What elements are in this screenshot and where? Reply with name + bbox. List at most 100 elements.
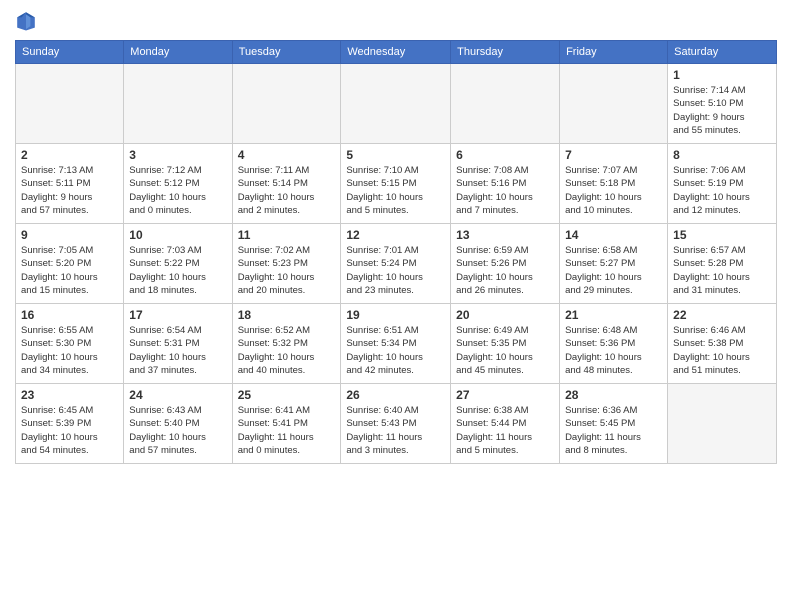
day-info: Sunrise: 6:54 AMSunset: 5:31 PMDaylight:… <box>129 324 226 377</box>
calendar-cell: 16 Sunrise: 6:55 AMSunset: 5:30 PMDayligh… <box>16 304 124 384</box>
day-number: 1 <box>673 68 771 82</box>
calendar-cell: 28 Sunrise: 6:36 AMSunset: 5:45 PMDayligh… <box>560 384 668 464</box>
day-info: Sunrise: 6:38 AMSunset: 5:44 PMDaylight:… <box>456 404 554 457</box>
calendar-week-1: 1 Sunrise: 7:14 AMSunset: 5:10 PMDaylight… <box>16 64 777 144</box>
calendar-cell <box>124 64 232 144</box>
day-number: 27 <box>456 388 554 402</box>
day-number: 2 <box>21 148 118 162</box>
calendar-cell: 22 Sunrise: 6:46 AMSunset: 5:38 PMDayligh… <box>668 304 777 384</box>
day-info: Sunrise: 6:43 AMSunset: 5:40 PMDaylight:… <box>129 404 226 457</box>
calendar-cell: 3 Sunrise: 7:12 AMSunset: 5:12 PMDaylight… <box>124 144 232 224</box>
day-info: Sunrise: 7:12 AMSunset: 5:12 PMDaylight:… <box>129 164 226 217</box>
page-header <box>15 10 777 32</box>
calendar-cell: 11 Sunrise: 7:02 AMSunset: 5:23 PMDayligh… <box>232 224 341 304</box>
day-number: 7 <box>565 148 662 162</box>
logo-icon <box>15 10 37 32</box>
day-info: Sunrise: 6:58 AMSunset: 5:27 PMDaylight:… <box>565 244 662 297</box>
calendar-header-wednesday: Wednesday <box>341 41 451 64</box>
day-number: 22 <box>673 308 771 322</box>
calendar-cell <box>341 64 451 144</box>
day-info: Sunrise: 7:08 AMSunset: 5:16 PMDaylight:… <box>456 164 554 217</box>
calendar-cell: 27 Sunrise: 6:38 AMSunset: 5:44 PMDayligh… <box>451 384 560 464</box>
calendar-cell: 20 Sunrise: 6:49 AMSunset: 5:35 PMDayligh… <box>451 304 560 384</box>
calendar-cell: 21Sunrise: 6:48 AMSunset: 5:36 PMDayligh… <box>560 304 668 384</box>
day-info: Sunrise: 6:51 AMSunset: 5:34 PMDaylight:… <box>346 324 445 377</box>
day-number: 24 <box>129 388 226 402</box>
day-info: Sunrise: 6:52 AMSunset: 5:32 PMDaylight:… <box>238 324 336 377</box>
calendar-header-sunday: Sunday <box>16 41 124 64</box>
calendar-cell: 15 Sunrise: 6:57 AMSunset: 5:28 PMDayligh… <box>668 224 777 304</box>
day-info: Sunrise: 7:11 AMSunset: 5:14 PMDaylight:… <box>238 164 336 217</box>
day-number: 8 <box>673 148 771 162</box>
calendar-cell: 8 Sunrise: 7:06 AMSunset: 5:19 PMDaylight… <box>668 144 777 224</box>
calendar-cell: 9 Sunrise: 7:05 AMSunset: 5:20 PMDaylight… <box>16 224 124 304</box>
day-info: Sunrise: 6:36 AMSunset: 5:45 PMDaylight:… <box>565 404 662 457</box>
day-number: 15 <box>673 228 771 242</box>
calendar-week-5: 23 Sunrise: 6:45 AMSunset: 5:39 PMDayligh… <box>16 384 777 464</box>
day-info: Sunrise: 7:13 AMSunset: 5:11 PMDaylight:… <box>21 164 118 217</box>
calendar-cell: 24 Sunrise: 6:43 AMSunset: 5:40 PMDayligh… <box>124 384 232 464</box>
calendar-cell: 26 Sunrise: 6:40 AMSunset: 5:43 PMDayligh… <box>341 384 451 464</box>
day-info: Sunrise: 7:05 AMSunset: 5:20 PMDaylight:… <box>21 244 118 297</box>
calendar-cell: 17 Sunrise: 6:54 AMSunset: 5:31 PMDayligh… <box>124 304 232 384</box>
day-number: 20 <box>456 308 554 322</box>
calendar-table: SundayMondayTuesdayWednesdayThursdayFrid… <box>15 40 777 464</box>
day-number: 3 <box>129 148 226 162</box>
calendar-cell: 7 Sunrise: 7:07 AMSunset: 5:18 PMDaylight… <box>560 144 668 224</box>
day-number: 16 <box>21 308 118 322</box>
day-number: 28 <box>565 388 662 402</box>
calendar-header-friday: Friday <box>560 41 668 64</box>
day-number: 23 <box>21 388 118 402</box>
day-number: 14 <box>565 228 662 242</box>
day-info: Sunrise: 6:45 AMSunset: 5:39 PMDaylight:… <box>21 404 118 457</box>
calendar-cell <box>560 64 668 144</box>
day-info: Sunrise: 6:41 AMSunset: 5:41 PMDaylight:… <box>238 404 336 457</box>
logo <box>15 10 41 32</box>
day-info: Sunrise: 7:14 AMSunset: 5:10 PMDaylight:… <box>673 84 771 137</box>
calendar-week-4: 16 Sunrise: 6:55 AMSunset: 5:30 PMDayligh… <box>16 304 777 384</box>
day-info: Sunrise: 6:59 AMSunset: 5:26 PMDaylight:… <box>456 244 554 297</box>
day-info: Sunrise: 6:57 AMSunset: 5:28 PMDaylight:… <box>673 244 771 297</box>
calendar-header-thursday: Thursday <box>451 41 560 64</box>
day-number: 18 <box>238 308 336 322</box>
calendar-cell: 1 Sunrise: 7:14 AMSunset: 5:10 PMDaylight… <box>668 64 777 144</box>
page-container: SundayMondayTuesdayWednesdayThursdayFrid… <box>0 0 792 474</box>
calendar-cell: 23 Sunrise: 6:45 AMSunset: 5:39 PMDayligh… <box>16 384 124 464</box>
calendar-week-3: 9 Sunrise: 7:05 AMSunset: 5:20 PMDaylight… <box>16 224 777 304</box>
calendar-cell: 25 Sunrise: 6:41 AMSunset: 5:41 PMDayligh… <box>232 384 341 464</box>
day-number: 4 <box>238 148 336 162</box>
day-number: 25 <box>238 388 336 402</box>
calendar-cell <box>16 64 124 144</box>
calendar-cell: 10Sunrise: 7:03 AMSunset: 5:22 PMDayligh… <box>124 224 232 304</box>
calendar-header-monday: Monday <box>124 41 232 64</box>
day-number: 9 <box>21 228 118 242</box>
calendar-cell: 19 Sunrise: 6:51 AMSunset: 5:34 PMDayligh… <box>341 304 451 384</box>
calendar-cell: 14 Sunrise: 6:58 AMSunset: 5:27 PMDayligh… <box>560 224 668 304</box>
calendar-week-2: 2 Sunrise: 7:13 AMSunset: 5:11 PMDaylight… <box>16 144 777 224</box>
day-info: Sunrise: 6:49 AMSunset: 5:35 PMDaylight:… <box>456 324 554 377</box>
calendar-cell: 5 Sunrise: 7:10 AMSunset: 5:15 PMDaylight… <box>341 144 451 224</box>
calendar-header-tuesday: Tuesday <box>232 41 341 64</box>
calendar-header-row: SundayMondayTuesdayWednesdayThursdayFrid… <box>16 41 777 64</box>
day-info: Sunrise: 7:01 AMSunset: 5:24 PMDaylight:… <box>346 244 445 297</box>
day-number: 19 <box>346 308 445 322</box>
calendar-cell <box>451 64 560 144</box>
day-info: Sunrise: 6:40 AMSunset: 5:43 PMDaylight:… <box>346 404 445 457</box>
day-info: Sunrise: 7:07 AMSunset: 5:18 PMDaylight:… <box>565 164 662 217</box>
day-info: Sunrise: 6:55 AMSunset: 5:30 PMDaylight:… <box>21 324 118 377</box>
calendar-cell: 6Sunrise: 7:08 AMSunset: 5:16 PMDaylight… <box>451 144 560 224</box>
day-info: Sunrise: 6:46 AMSunset: 5:38 PMDaylight:… <box>673 324 771 377</box>
calendar-cell: 18 Sunrise: 6:52 AMSunset: 5:32 PMDayligh… <box>232 304 341 384</box>
day-number: 13 <box>456 228 554 242</box>
day-number: 11 <box>238 228 336 242</box>
day-number: 21 <box>565 308 662 322</box>
day-info: Sunrise: 7:06 AMSunset: 5:19 PMDaylight:… <box>673 164 771 217</box>
calendar-cell <box>668 384 777 464</box>
calendar-cell <box>232 64 341 144</box>
day-info: Sunrise: 7:10 AMSunset: 5:15 PMDaylight:… <box>346 164 445 217</box>
day-info: Sunrise: 7:02 AMSunset: 5:23 PMDaylight:… <box>238 244 336 297</box>
day-number: 26 <box>346 388 445 402</box>
day-number: 17 <box>129 308 226 322</box>
day-number: 5 <box>346 148 445 162</box>
calendar-cell: 4 Sunrise: 7:11 AMSunset: 5:14 PMDaylight… <box>232 144 341 224</box>
